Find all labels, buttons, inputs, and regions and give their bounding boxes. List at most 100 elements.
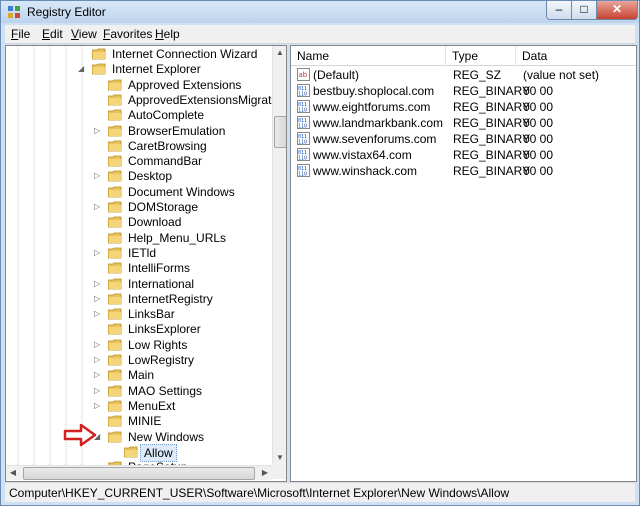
collapsed-arrow-icon[interactable]: ▷ [94, 172, 102, 180]
tree-item-label: AutoComplete [128, 108, 205, 123]
tree-item-label: ApprovedExtensionsMigration [128, 92, 287, 107]
collapsed-arrow-icon[interactable]: ▷ [94, 371, 102, 379]
folder-icon [108, 278, 122, 289]
value-data: (value not set) [523, 68, 600, 82]
tree-item-label: IntelliForms [128, 261, 191, 276]
maximize-button[interactable]: □ [571, 1, 597, 20]
svg-text:110: 110 [298, 124, 307, 130]
window-title: Registry Editor [27, 5, 106, 19]
tree-vertical-scrollbar[interactable]: ▲ ▼ [272, 46, 286, 465]
folder-icon [108, 369, 122, 381]
menu-file[interactable]: File [11, 27, 30, 41]
tree-item-label: LinksExplorer [128, 322, 201, 337]
collapsed-arrow-icon[interactable]: ▷ [94, 310, 102, 318]
folder-icon [108, 170, 122, 182]
folder-icon [92, 63, 106, 75]
folder-icon [108, 109, 122, 121]
tree-item-label: CaretBrowsing [128, 138, 207, 153]
folder-icon [108, 431, 122, 442]
tree-item-label: Desktop [128, 169, 173, 184]
value-name: www.eightforums.com [313, 100, 431, 114]
binary-value-icon: 011110 [297, 164, 310, 177]
tree-item-label: DOMStorage [128, 200, 199, 214]
tree-item-label: MAO Settings [128, 383, 203, 398]
value-type: REG_BINARY [453, 148, 531, 162]
maximize-icon: □ [580, 2, 588, 16]
list-item[interactable]: 011 110 www.eightforums.com REG_BINARY 00 00 [291, 99, 636, 115]
list-item[interactable]: ab (Default) REG_SZ (value not set) [291, 67, 636, 83]
svg-text:110: 110 [298, 172, 307, 178]
value-data: 00 00 [523, 164, 554, 178]
registry-key-tree[interactable]: Internet Connection Wizard ◢ Internet Expl… [5, 45, 287, 482]
folder-icon [108, 400, 122, 412]
tree-horizontal-scroll-thumb[interactable] [23, 467, 255, 480]
value-data: 00 00 [523, 84, 554, 98]
column-header-type[interactable]: Type [446, 46, 516, 66]
svg-text:110: 110 [298, 140, 307, 146]
tree-item-label: Approved Extensions [128, 77, 242, 92]
svg-text:110: 110 [298, 108, 307, 114]
registry-editor-window: Registry Editor – □ ✕ File Edit View Fav… [0, 0, 640, 506]
folder-icon [108, 155, 122, 167]
folder-icon [108, 79, 122, 90]
value-name: www.landmarkbank.com [313, 116, 444, 130]
minimize-button[interactable]: – [546, 1, 572, 20]
tree-item-label: Main [128, 368, 155, 383]
scroll-up-arrow-icon[interactable]: ▲ [273, 46, 286, 60]
registry-app-icon [8, 6, 20, 18]
value-name: www.vistax64.com [313, 148, 412, 162]
minimize-icon: – [555, 2, 563, 16]
menu-view[interactable]: View [71, 27, 97, 41]
collapsed-arrow-icon[interactable]: ▷ [94, 386, 102, 395]
value-type: REG_BINARY [453, 164, 531, 178]
list-item[interactable]: 011 110 bestbuy.shoplocal.com REG_BINARY 00 … [291, 83, 636, 99]
list-item[interactable]: 011 110 www.vistax64.com REG_BINARY 00 00 [291, 147, 636, 163]
registry-values-list[interactable]: Name Type Data ab (Default) REG_SZ (value n… [290, 45, 637, 482]
list-item[interactable]: 011 110 www.sevenforums.com REG_BINARY 00 00 [291, 131, 636, 147]
value-type: REG_SZ [453, 68, 502, 82]
close-icon: ✕ [611, 2, 623, 16]
svg-text:110: 110 [298, 92, 307, 98]
scroll-left-arrow-icon[interactable]: ◀ [6, 466, 20, 480]
status-bar-path: Computer\HKEY_CURRENT_USER\Software\Micr… [5, 482, 635, 502]
folder-icon [108, 308, 122, 320]
tree-item-label: InternetRegistry [128, 291, 213, 306]
tree-horizontal-scrollbar[interactable]: ◀ ▶ [6, 465, 272, 480]
value-name: (Default) [313, 68, 360, 82]
scroll-right-arrow-icon[interactable]: ▶ [258, 466, 272, 480]
folder-icon [108, 125, 122, 136]
tree-item-label: Download [128, 215, 182, 230]
folder-icon [108, 201, 122, 213]
collapsed-arrow-icon[interactable]: ▷ [94, 279, 102, 288]
menu-help[interactable]: Help [155, 27, 180, 41]
collapsed-arrow-icon[interactable]: ▷ [94, 401, 102, 410]
value-type: REG_BINARY [453, 116, 531, 130]
scrollbar-corner [272, 465, 286, 479]
collapsed-arrow-icon[interactable]: ▷ [94, 340, 102, 349]
collapsed-arrow-icon[interactable]: ▷ [94, 356, 102, 364]
value-data: 00 00 [523, 132, 554, 146]
tree-item-label: IETld [128, 245, 157, 260]
menu-edit[interactable]: Edit [42, 27, 63, 41]
folder-icon [108, 216, 122, 228]
column-header-name[interactable]: Name [291, 46, 446, 66]
binary-value-icon: 011110 [297, 100, 310, 113]
folder-icon [108, 232, 122, 243]
close-button[interactable]: ✕ [596, 1, 638, 20]
tree-item-label: BrowserEmulation [128, 123, 226, 138]
menu-favorites[interactable]: Favorites [103, 27, 152, 41]
scroll-down-arrow-icon[interactable]: ▼ [273, 451, 286, 465]
folder-icon [124, 446, 138, 458]
list-item[interactable]: 011 110 www.landmarkbank.com REG_BINARY 00 0… [291, 115, 636, 131]
title-bar[interactable]: Registry Editor – □ ✕ [1, 1, 639, 23]
binary-value-icon: 011110 [297, 84, 310, 97]
folder-icon [108, 262, 122, 274]
collapsed-arrow-icon[interactable]: ▷ [94, 126, 102, 135]
tree-vertical-scroll-thumb[interactable] [274, 116, 286, 148]
collapsed-arrow-icon[interactable]: ▷ [94, 248, 102, 257]
list-item[interactable]: 011 110 www.winshack.com REG_BINARY 00 00 [291, 163, 636, 179]
column-header-data[interactable]: Data [516, 46, 636, 66]
collapsed-arrow-icon[interactable]: ▷ [94, 203, 102, 211]
collapsed-arrow-icon[interactable]: ▷ [94, 294, 102, 303]
expanded-arrow-icon[interactable]: ◢ [78, 65, 86, 73]
